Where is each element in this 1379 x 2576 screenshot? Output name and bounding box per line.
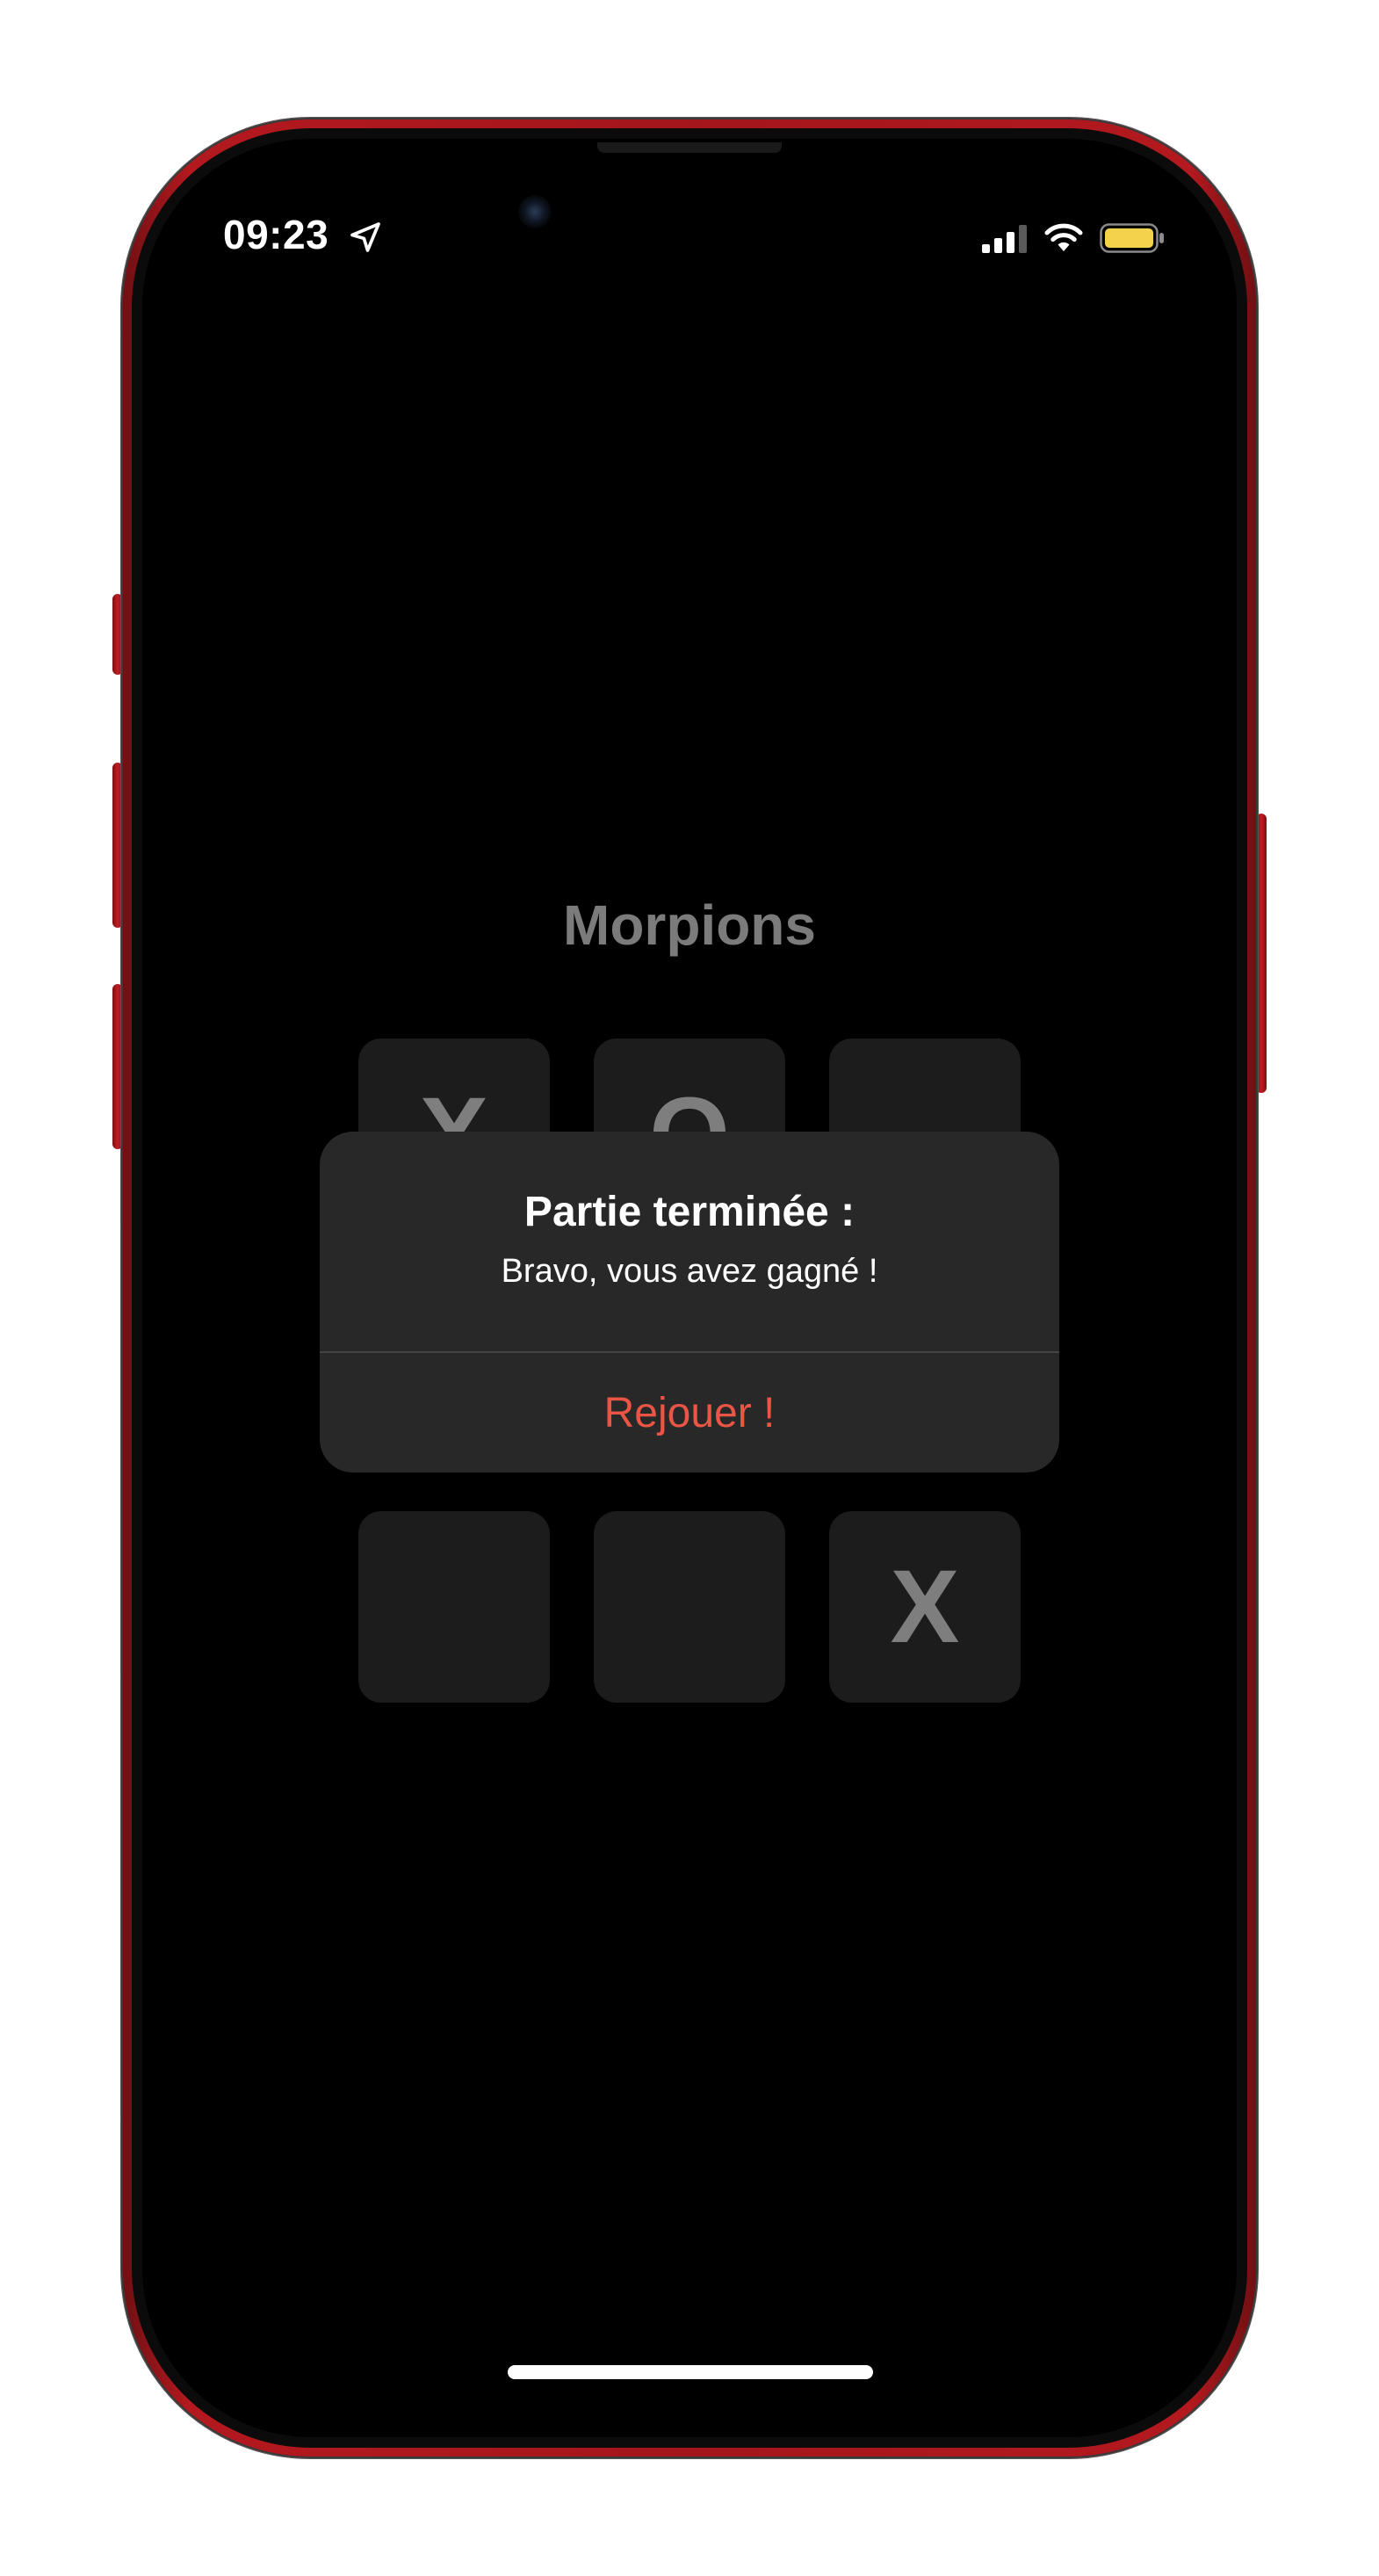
wifi-icon	[1044, 223, 1083, 251]
board-cell-8[interactable]	[594, 1511, 785, 1703]
cellular-signal-icon	[982, 225, 1027, 253]
app-title: Morpions	[563, 894, 816, 957]
alert-message: Bravo, vous avez gagné !	[501, 1253, 878, 1290]
replay-button[interactable]: Rejouer !	[320, 1353, 1059, 1473]
alert-title: Partie terminée :	[523, 1189, 856, 1235]
location-arrow-icon	[350, 222, 380, 252]
board-cell-7[interactable]	[358, 1511, 550, 1703]
status-time: 09:23	[223, 212, 329, 257]
speaker-grille	[597, 142, 782, 153]
front-camera	[518, 195, 552, 228]
page: 09:23 Morpions X O X Partie terminée : B…	[0, 0, 1379, 2576]
home-indicator[interactable]	[508, 2365, 873, 2379]
battery-icon	[1100, 223, 1164, 253]
game-over-alert: Partie terminée : Bravo, vous avez gagné…	[320, 1132, 1059, 1473]
board-cell-9[interactable]: X	[829, 1511, 1021, 1703]
